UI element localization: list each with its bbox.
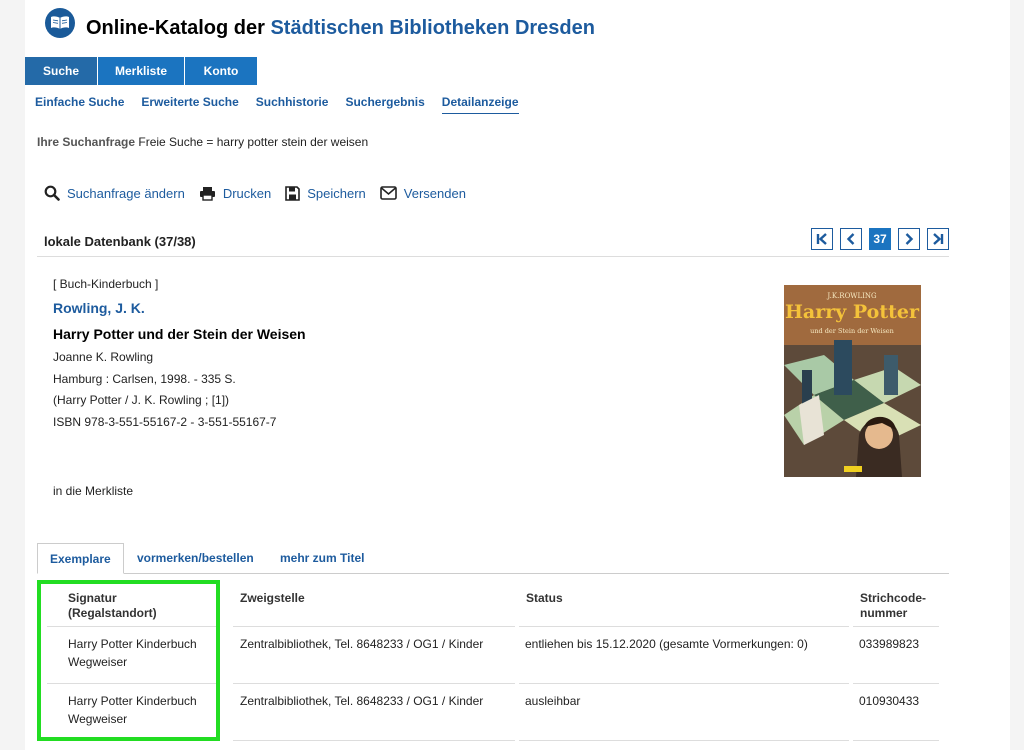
detail-tabs: Exemplare vormerken/bestellen mehr zum T…	[37, 543, 949, 574]
main-tabs: Suche Merkliste Konto	[25, 57, 258, 85]
divider	[519, 740, 849, 741]
cell-status: entliehen bis 15.12.2020 (gesamte Vormer…	[525, 637, 808, 651]
last-page-icon	[933, 233, 944, 245]
search-query: Ihre Suchanfrage Freie Suche = harry pot…	[37, 135, 368, 149]
tab-vormerken-bestellen[interactable]: vormerken/bestellen	[137, 543, 254, 573]
site-title: Online-Katalog der Städtischen Bibliothe…	[86, 17, 595, 40]
signatur-column-highlight	[37, 580, 220, 741]
pager: 37	[804, 228, 949, 250]
send-button[interactable]: Versenden	[379, 185, 466, 201]
cover-subtitle-text: und der Stein der Weisen	[810, 327, 894, 335]
search-query-label: Ihre Suchanfrage	[37, 135, 136, 149]
chevron-right-icon	[905, 233, 914, 245]
cell-barcode: 010930433	[859, 694, 920, 708]
tab-mehr-zum-titel[interactable]: mehr zum Titel	[280, 543, 364, 573]
col-header-zweigstelle: Zweigstelle	[240, 591, 305, 605]
divider	[233, 626, 515, 627]
cell-zweigstelle: Zentralbibliothek, Tel. 8648233 / OG1 / …	[240, 694, 484, 708]
divider	[853, 740, 939, 741]
site-title-brand: Städtischen Bibliotheken Dresden	[270, 17, 595, 39]
media-type: [ Buch-Kinderbuch ]	[53, 277, 159, 291]
divider	[233, 740, 515, 741]
tab-exemplare[interactable]: Exemplare	[37, 543, 124, 574]
record-title: Harry Potter und der Stein der Weisen	[53, 326, 306, 342]
save-icon	[285, 185, 301, 201]
divider	[853, 683, 939, 684]
first-page-button[interactable]	[811, 228, 833, 250]
record-isbn: ISBN 978-3-551-55167-2 - 3-551-55167-7	[53, 415, 277, 429]
cell-status: ausleihbar	[525, 694, 581, 708]
divider	[519, 626, 849, 627]
last-page-button[interactable]	[927, 228, 949, 250]
sub-navigation: Einfache Suche Erweiterte Suche Suchhist…	[35, 95, 536, 114]
previous-page-button[interactable]	[840, 228, 862, 250]
col-header-strichcode-line2: nummer	[860, 606, 908, 620]
next-page-button[interactable]	[898, 228, 920, 250]
page: Online-Katalog der Städtischen Bibliothe…	[25, 0, 1010, 750]
search-query-text: Freie Suche = harry potter stein der wei…	[138, 135, 369, 149]
subnav-suchergebnis[interactable]: Suchergebnis	[345, 95, 424, 114]
print-button[interactable]: Drucken	[199, 186, 271, 201]
subnav-detailanzeige[interactable]: Detailanzeige	[441, 95, 519, 114]
library-logo-icon[interactable]	[45, 8, 75, 38]
save-button[interactable]: Speichern	[285, 186, 366, 201]
record-publication: Hamburg : Carlsen, 1998. - 335 S.	[53, 372, 236, 386]
record-series: (Harry Potter / J. K. Rowling ; [1])	[53, 393, 230, 407]
divider	[519, 683, 849, 684]
record-author-link[interactable]: Rowling, J. K.	[53, 300, 145, 316]
add-to-merkliste-link[interactable]: in die Merkliste	[53, 484, 133, 498]
divider	[233, 683, 515, 684]
chevron-left-icon	[846, 233, 855, 245]
tab-merkliste[interactable]: Merkliste	[98, 57, 184, 85]
cell-barcode: 033989823	[859, 637, 920, 651]
send-label: Versenden	[403, 185, 466, 201]
database-title: lokale Datenbank (37/38)	[44, 234, 196, 249]
subnav-einfache-suche[interactable]: Einfache Suche	[35, 95, 124, 114]
tab-konto[interactable]: Konto	[185, 57, 257, 85]
subnav-erweiterte-suche[interactable]: Erweiterte Suche	[141, 95, 238, 114]
search-icon	[44, 185, 60, 201]
current-page-indicator: 37	[869, 228, 891, 250]
cover-title-text: Harry Potter	[785, 301, 920, 323]
col-header-strichcode: Strichcode- nummer	[860, 591, 926, 621]
result-header: lokale Datenbank (37/38) 37	[37, 228, 949, 257]
cover-author-text: J.K.ROWLING	[826, 292, 877, 300]
site-title-prefix: Online-Katalog der	[86, 17, 271, 39]
first-page-icon	[816, 233, 827, 245]
col-header-status: Status	[526, 591, 563, 605]
book-cover-image: J.K.ROWLING Harry Potter und der Stein d…	[784, 285, 921, 477]
print-icon	[199, 186, 215, 201]
col-header-strichcode-line1: Strichcode-	[860, 591, 927, 605]
subnav-suchhistorie[interactable]: Suchhistorie	[256, 95, 329, 114]
record-statement: Joanne K. Rowling	[53, 350, 154, 364]
print-label: Drucken	[222, 185, 272, 201]
edit-query-button[interactable]: Suchanfrage ändern	[44, 185, 185, 201]
tab-suche[interactable]: Suche	[25, 57, 97, 85]
action-bar: Suchanfrage ändern Drucken Speichern Ver…	[44, 185, 480, 201]
book-cover[interactable]: J.K.ROWLING Harry Potter und der Stein d…	[784, 285, 921, 477]
cell-zweigstelle: Zentralbibliothek, Tel. 8648233 / OG1 / …	[240, 637, 484, 651]
save-label: Speichern	[307, 185, 366, 201]
mail-icon	[379, 186, 397, 200]
divider	[853, 626, 939, 627]
edit-query-label: Suchanfrage ändern	[67, 185, 185, 201]
